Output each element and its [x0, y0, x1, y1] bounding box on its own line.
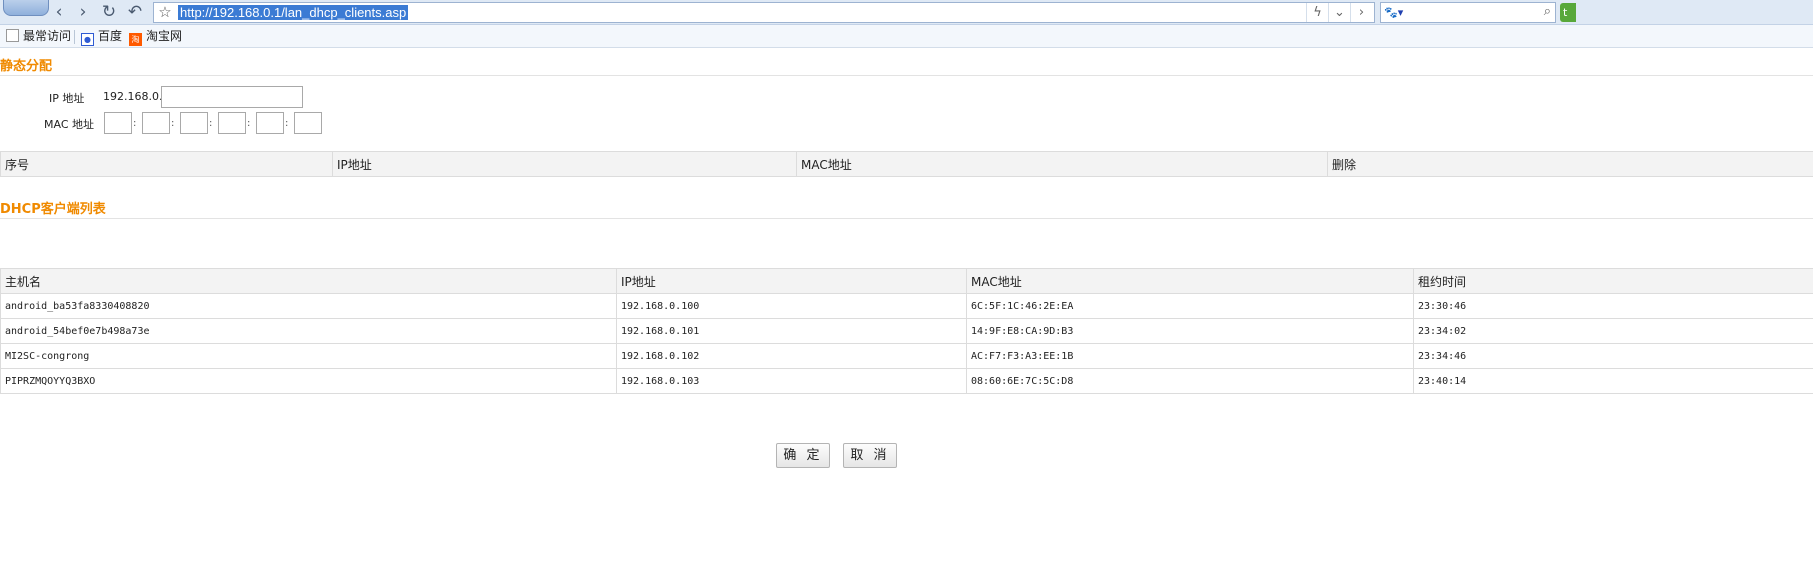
mac-octet-3-input[interactable]	[180, 112, 208, 134]
col-ip: IP地址	[616, 268, 967, 294]
lightning-icon[interactable]: ϟ	[1306, 3, 1328, 22]
table-header-row: 主机名 IP地址 MAC地址 租约时间	[0, 268, 1813, 294]
cell-ip: 192.168.0.102	[616, 343, 967, 369]
col-hostname: 主机名	[0, 268, 617, 294]
mac-separator: :	[285, 118, 289, 129]
paw-icon[interactable]: 🐾▾	[1384, 5, 1410, 20]
refresh-icon[interactable]: ↻	[98, 2, 120, 24]
static-section-title: 静态分配	[0, 59, 53, 74]
cell-mac: AC:F7:F3:A3:EE:1B	[966, 343, 1414, 369]
cell-hostname: PIPRZMQOYYQ3BXO	[0, 368, 617, 394]
ip-label: IP 地址	[49, 92, 85, 105]
bookmark-most-visited[interactable]: 最常访问	[6, 28, 71, 45]
mac-octet-2-input[interactable]	[142, 112, 170, 134]
paw-icon: ●	[81, 33, 94, 46]
mac-separator: :	[133, 118, 137, 129]
extension-icon[interactable]: t	[1560, 3, 1576, 22]
address-tools: ϟ ⌄ ›	[1306, 3, 1372, 22]
chevron-down-icon[interactable]: ⌄	[1328, 3, 1350, 22]
dhcp-section-title: DHCP客户端列表	[0, 202, 106, 217]
dhcp-table: 主机名 IP地址 MAC地址 租约时间 android_ba53fa833040…	[0, 268, 1813, 394]
table-row: android_ba53fa8330408820 192.168.0.100 6…	[0, 293, 1813, 319]
divider	[0, 218, 1813, 219]
col-lease-time: 租约时间	[1413, 268, 1813, 294]
cell-mac: 14:9F:E8:CA:9D:B3	[966, 318, 1414, 344]
chevron-right-icon[interactable]: ›	[1350, 3, 1372, 22]
table-row: PIPRZMQOYYQ3BXO 192.168.0.103 08:60:6E:7…	[0, 368, 1813, 394]
ip-last-octet-input[interactable]	[161, 86, 303, 108]
divider	[0, 75, 1813, 76]
mac-separator: :	[247, 118, 251, 129]
bookmark-label: 淘宝网	[146, 29, 183, 43]
static-table: 序号 IP地址 MAC地址 删除	[0, 151, 1813, 177]
cell-lease: 23:40:14	[1413, 368, 1813, 394]
url-text[interactable]: http://192.168.0.1/lan_dhcp_clients.asp	[178, 5, 409, 20]
col-mac: MAC地址	[966, 268, 1414, 294]
table-row: MI2SC-congrong 192.168.0.102 AC:F7:F3:A3…	[0, 343, 1813, 369]
cancel-button[interactable]: 取 消	[843, 443, 897, 468]
cell-lease: 23:34:02	[1413, 318, 1813, 344]
cell-mac: 6C:5F:1C:46:2E:EA	[966, 293, 1414, 319]
page-icon	[6, 29, 19, 42]
cell-ip: 192.168.0.100	[616, 293, 967, 319]
search-box[interactable]: 🐾▾ ⌕	[1380, 2, 1556, 23]
ip-prefix: 192.168.0.	[103, 90, 163, 103]
back-icon[interactable]: ‹	[48, 2, 70, 24]
col-index: 序号	[0, 151, 333, 177]
cell-hostname: MI2SC-congrong	[0, 343, 617, 369]
undo-icon[interactable]: ↶	[124, 2, 146, 24]
mac-separator: :	[171, 118, 175, 129]
bookmarks-bar: 最常访问 ● 百度 淘淘宝网	[0, 25, 1813, 48]
forward-icon[interactable]: ›	[72, 2, 94, 24]
taobao-icon: 淘	[129, 33, 142, 46]
cell-hostname: android_54bef0e7b498a73e	[0, 318, 617, 344]
bookmark-label: 最常访问	[23, 29, 72, 43]
mac-octet-4-input[interactable]	[218, 112, 246, 134]
browser-logo[interactable]	[3, 0, 49, 16]
cell-lease: 23:30:46	[1413, 293, 1813, 319]
mac-octet-5-input[interactable]	[256, 112, 284, 134]
search-icon[interactable]: ⌕	[1544, 4, 1551, 19]
table-header-row: 序号 IP地址 MAC地址 删除	[0, 151, 1813, 177]
cell-hostname: android_ba53fa8330408820	[0, 293, 617, 319]
bookmark-baidu[interactable]: ● 百度	[81, 28, 123, 46]
col-delete: 删除	[1327, 151, 1813, 177]
table-row: android_54bef0e7b498a73e 192.168.0.101 1…	[0, 318, 1813, 344]
browser-toolbar: ‹ › ↻ ↶ ☆ http://192.168.0.1/lan_dhcp_cl…	[0, 0, 1813, 25]
ok-button[interactable]: 确 定	[776, 443, 830, 468]
col-mac: MAC地址	[796, 151, 1328, 177]
mac-octet-6-input[interactable]	[294, 112, 322, 134]
col-ip: IP地址	[332, 151, 797, 177]
bookmark-taobao[interactable]: 淘淘宝网	[129, 28, 183, 46]
cell-lease: 23:34:46	[1413, 343, 1813, 369]
star-icon[interactable]: ☆	[156, 3, 174, 22]
cell-ip: 192.168.0.101	[616, 318, 967, 344]
bookmark-label: 百度	[98, 29, 123, 43]
cell-mac: 08:60:6E:7C:5C:D8	[966, 368, 1414, 394]
mac-label: MAC 地址	[44, 118, 94, 131]
bookmark-separator	[74, 30, 75, 44]
mac-separator: :	[209, 118, 213, 129]
cell-ip: 192.168.0.103	[616, 368, 967, 394]
mac-octet-1-input[interactable]	[104, 112, 132, 134]
address-bar[interactable]: ☆ http://192.168.0.1/lan_dhcp_clients.as…	[153, 2, 1375, 23]
